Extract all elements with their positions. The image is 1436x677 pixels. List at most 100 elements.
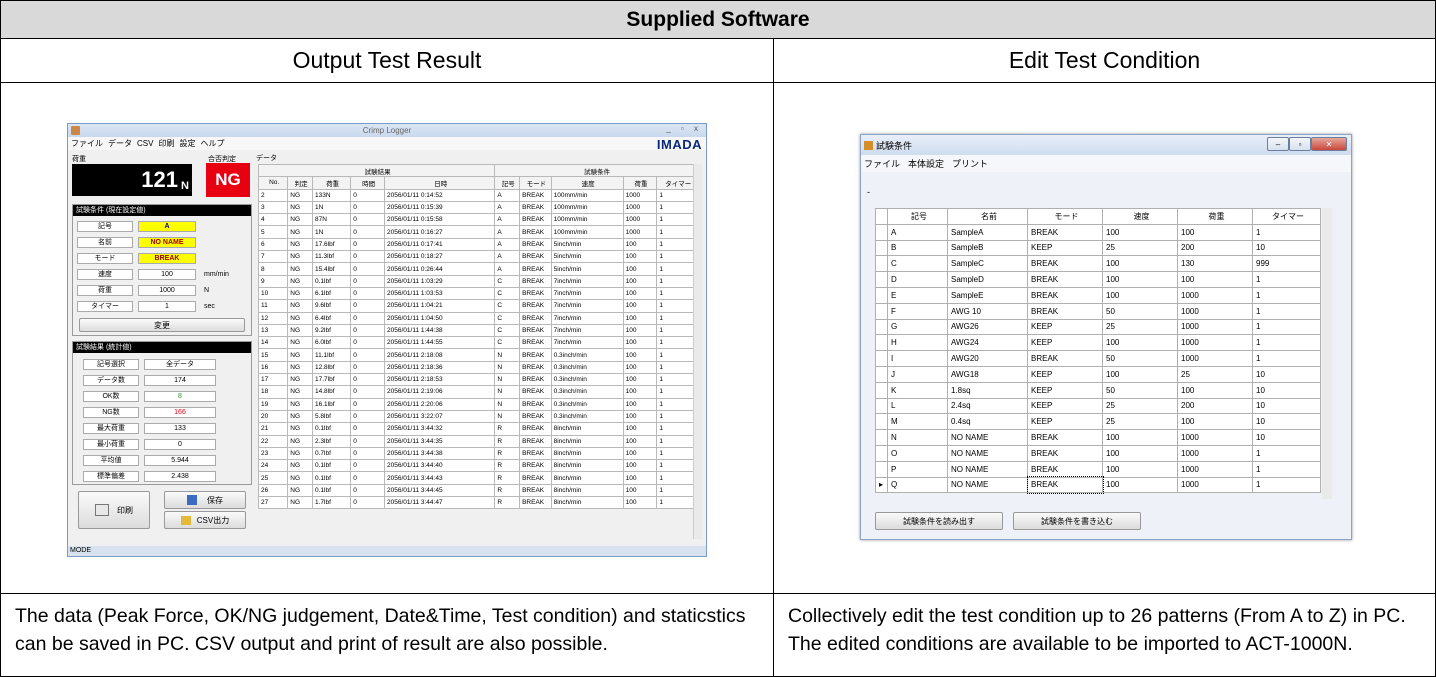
table-cell[interactable]: A xyxy=(887,223,948,241)
table-cell[interactable]: 1 xyxy=(1252,444,1321,462)
table-cell[interactable]: 1.8sq xyxy=(947,381,1028,399)
table-row[interactable]: ▸ Q NO NAME BREAK 100 1000 1 xyxy=(875,476,1321,494)
table-cell[interactable]: SampleC xyxy=(947,255,1028,273)
result-scrollbar[interactable] xyxy=(693,164,702,539)
editor-menu-item[interactable]: 本体設定 xyxy=(908,157,944,170)
table-cell[interactable]: KEEP xyxy=(1027,381,1103,399)
condition-table[interactable]: 記号 名前 モード 速度 荷重 タイマー A SampleA BREAK 100 100 1 B Sam… xyxy=(875,208,1321,494)
table-cell[interactable]: 10 xyxy=(1252,429,1321,446)
editor-menu-item[interactable]: プリント xyxy=(952,157,988,170)
row-selector[interactable] xyxy=(875,429,888,446)
table-row[interactable]: 6 NG 17.6lbf 0 2056/01/11 0:17:41 A BREAK 5inch… xyxy=(257,237,698,252)
table-cell[interactable]: 100 xyxy=(1102,460,1178,478)
table-cell[interactable]: 0.4sq xyxy=(947,413,1028,431)
stats-value[interactable]: 全データ xyxy=(144,358,216,370)
logger-menu-item[interactable]: データ xyxy=(108,138,132,149)
table-row[interactable]: G AWG26 KEEP 25 1000 1 xyxy=(875,318,1321,336)
table-row[interactable]: 19 NG 16.1lbf 0 2056/01/11 2:20:06 N BREAK 0.3i… xyxy=(257,397,698,411)
table-row[interactable]: 26 NG 0.1lbf 0 2056/01/11 3:44:45 R BREAK 8inch… xyxy=(257,483,698,498)
table-cell[interactable]: AWG26 xyxy=(947,318,1028,336)
row-selector[interactable] xyxy=(875,365,888,383)
table-cell[interactable]: NO NAME xyxy=(947,429,1028,446)
table-cell[interactable]: 100 xyxy=(1177,271,1253,288)
table-row[interactable]: C SampleC BREAK 100 130 999 xyxy=(875,255,1321,273)
table-row[interactable]: 14 NG 6.0lbf 0 2056/01/11 1:44:55 C BREAK 7inch… xyxy=(257,336,698,350)
table-cell[interactable]: SampleD xyxy=(947,271,1028,288)
table-cell[interactable]: F xyxy=(887,302,948,320)
table-cell[interactable]: KEEP xyxy=(1027,318,1103,336)
table-cell[interactable]: K xyxy=(887,381,948,399)
table-cell[interactable]: H xyxy=(887,334,948,352)
table-cell[interactable]: 1000 xyxy=(1177,476,1253,494)
table-cell[interactable]: BREAK xyxy=(1027,460,1103,478)
row-selector[interactable] xyxy=(875,286,888,304)
table-cell[interactable]: B xyxy=(887,239,948,257)
table-row[interactable]: L 2.4sq KEEP 25 200 10 xyxy=(875,397,1321,415)
save-button[interactable]: 保存 xyxy=(164,491,246,509)
table-row[interactable]: B SampleB KEEP 25 200 10 xyxy=(875,239,1321,257)
table-cell[interactable]: 1000 xyxy=(1177,460,1253,478)
table-cell[interactable]: 1 xyxy=(1252,334,1321,352)
row-selector[interactable] xyxy=(875,223,888,241)
row-selector[interactable] xyxy=(875,460,888,478)
table-row[interactable]: 11 NG 9.6lbf 0 2056/01/11 1:04:21 C BREAK 7inch… xyxy=(257,299,698,313)
row-selector[interactable] xyxy=(875,397,888,415)
table-cell[interactable]: G xyxy=(887,318,948,336)
table-cell[interactable]: 25 xyxy=(1177,365,1253,383)
table-cell[interactable]: KEEP xyxy=(1027,413,1103,431)
table-cell[interactable]: 25 xyxy=(1102,413,1178,431)
read-conditions-button[interactable]: 試験条件を読み出す xyxy=(875,512,1003,530)
table-cell[interactable]: 10 xyxy=(1252,413,1321,431)
row-selector[interactable] xyxy=(875,318,888,336)
table-row[interactable]: 17 NG 17.7lbf 0 2056/01/11 2:18:53 N BREAK 0.3i… xyxy=(257,373,698,387)
table-row[interactable]: 21 NG 0.1lbf 0 2056/01/11 3:44:32 R BREAK 8inch… xyxy=(257,422,698,436)
table-row[interactable]: 10 NG 6.1lbf 0 2056/01/11 1:03:53 C BREAK 7inch… xyxy=(257,286,698,301)
minimize-button[interactable]: – xyxy=(1267,137,1289,151)
table-cell[interactable]: BREAK xyxy=(1027,302,1103,320)
table-cell[interactable]: L xyxy=(887,397,948,415)
table-cell[interactable]: E xyxy=(887,286,948,304)
table-cell[interactable]: 50 xyxy=(1102,350,1178,367)
table-cell[interactable]: 1 xyxy=(1252,476,1321,494)
table-cell[interactable]: AWG18 xyxy=(947,365,1028,383)
table-cell[interactable]: 10 xyxy=(1252,239,1321,257)
table-cell[interactable]: 25 xyxy=(1102,397,1178,415)
table-cell[interactable]: AWG24 xyxy=(947,334,1028,352)
table-cell[interactable]: 100 xyxy=(1102,429,1178,446)
table-cell[interactable]: 130 xyxy=(1177,255,1253,273)
table-cell[interactable]: 1000 xyxy=(1177,429,1253,446)
table-cell[interactable]: 1000 xyxy=(1177,350,1253,367)
table-cell[interactable]: 1000 xyxy=(1177,334,1253,352)
table-cell[interactable]: BREAK xyxy=(1027,223,1103,241)
logger-menu-item[interactable]: ヘルプ xyxy=(200,138,224,149)
table-cell[interactable]: Q xyxy=(887,476,948,494)
row-selector[interactable] xyxy=(875,444,888,462)
table-cell[interactable]: 10 xyxy=(1252,365,1321,383)
close-button[interactable]: ✕ xyxy=(1311,137,1347,151)
table-row[interactable]: 7 NG 11.3lbf 0 2056/01/11 0:18:27 A BREAK 5inch… xyxy=(257,250,698,264)
table-cell[interactable]: 1 xyxy=(1252,318,1321,336)
table-cell[interactable]: AWG20 xyxy=(947,350,1028,367)
table-row[interactable]: 18 NG 14.8lbf 0 2056/01/11 2:19:06 N BREAK 0.3i… xyxy=(257,385,698,399)
table-row[interactable]: A SampleA BREAK 100 100 1 xyxy=(875,223,1321,241)
table-cell[interactable]: 1000 xyxy=(1177,318,1253,336)
table-cell[interactable]: O xyxy=(887,444,948,462)
table-cell[interactable]: 50 xyxy=(1102,381,1178,399)
table-cell[interactable]: P xyxy=(887,460,948,478)
table-cell[interactable]: 100 xyxy=(1102,334,1178,352)
table-cell[interactable]: KEEP xyxy=(1027,334,1103,352)
table-cell[interactable]: 2.4sq xyxy=(947,397,1028,415)
table-row[interactable]: M 0.4sq KEEP 25 100 10 xyxy=(875,413,1321,431)
logger-menu-item[interactable]: CSV xyxy=(137,139,153,148)
table-cell[interactable]: 100 xyxy=(1102,365,1178,383)
row-selector[interactable]: ▸ xyxy=(875,476,888,494)
table-row[interactable]: 9 NG 0.1lbf 0 2056/01/11 1:03:29 C BREAK 7inch/… xyxy=(257,274,698,288)
table-cell[interactable]: D xyxy=(887,271,948,288)
table-cell[interactable]: 1 xyxy=(1252,271,1321,288)
table-row[interactable]: 5 NG 1N 0 2056/01/11 0:16:27 A BREAK 100mm/min 1… xyxy=(257,225,698,239)
table-row[interactable]: 22 NG 2.3lbf 0 2056/01/11 3:44:35 R BREAK 8inch… xyxy=(257,434,698,448)
table-row[interactable]: 13 NG 9.2lbf 0 2056/01/11 1:44:38 C BREAK 7inch… xyxy=(257,323,698,338)
table-row[interactable]: 4 NG 87N 0 2056/01/11 0:15:58 A BREAK 100mm/min… xyxy=(257,213,698,227)
table-row[interactable]: O NO NAME BREAK 100 1000 1 xyxy=(875,444,1321,462)
table-cell[interactable]: 1 xyxy=(1252,223,1321,241)
